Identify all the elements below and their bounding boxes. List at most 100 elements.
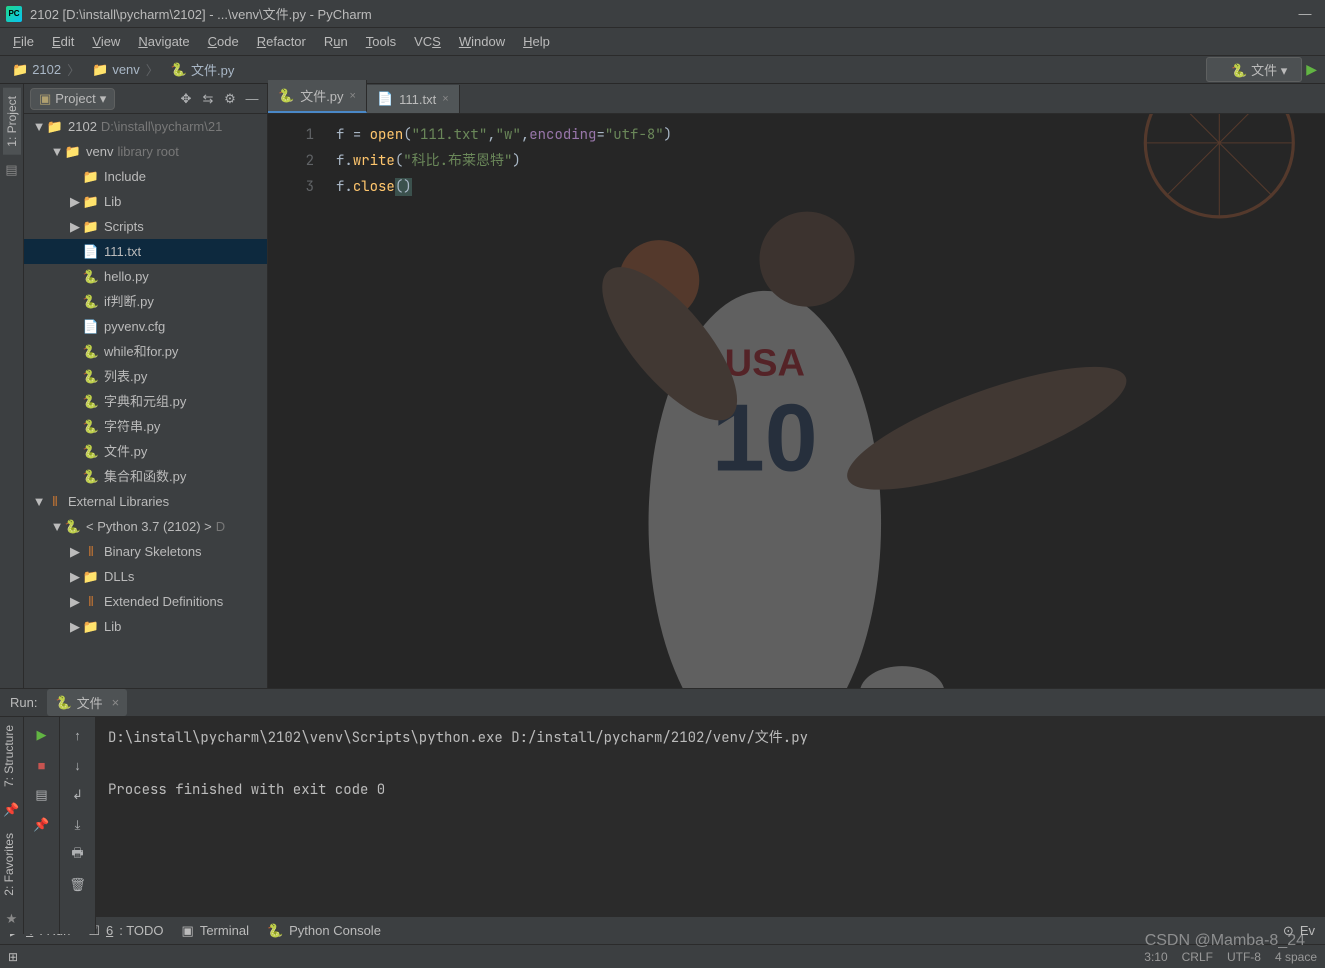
menu-refactor[interactable]: Refactor [248,31,315,52]
csdn-watermark: CSDN @Mamba-8_24 [1145,932,1305,950]
settings-icon[interactable]: ⚙ [221,91,239,107]
favorites-tool-tab[interactable]: 2: Favorites [0,825,18,904]
tree-row-17[interactable]: ▶⫴Binary Skeletons [24,539,267,564]
tree-row-15[interactable]: ▼⫴External Libraries [24,489,267,514]
folder-icon: ▣ [39,91,51,107]
minimize-button[interactable]: — [1291,6,1319,21]
navigation-bar: 📁2102〉 📁venv〉 🐍文件.py 🐍 文件 ▾ ▶ [0,56,1325,84]
run-toolbar-col2: ↑ ↓ ↲ ⤓ 🖶 🗑 [60,717,96,934]
menu-run[interactable]: Run [315,31,357,52]
run-button-icon[interactable]: ▶ [1306,61,1317,78]
tree-row-19[interactable]: ▶⫴Extended Definitions [24,589,267,614]
code-editor[interactable]: 1 2 3 f = open("111.txt","w",encoding="u… [268,114,1325,688]
tree-row-9[interactable]: 🐍while和for.py [24,339,267,364]
editor-tab-wenjian[interactable]: 🐍文件.py× [268,80,367,113]
tree-row-4[interactable]: ▶📁Scripts [24,214,267,239]
breadcrumb-venv[interactable]: 📁venv〉 [88,58,165,81]
menubar: File Edit View Navigate Code Refactor Ru… [0,28,1325,56]
rerun-icon[interactable]: ▶ [32,725,52,745]
print-icon[interactable]: 🖶 [68,845,88,865]
run-tab[interactable]: 🐍文件× [47,689,127,716]
left-tool-stripe: 1: Project ▤ [0,84,24,688]
project-panel: ▣Project▾ ✥ ⇆ ⚙ — ▼📁2102D:\install\pycha… [24,84,268,688]
menu-window[interactable]: Window [450,31,514,52]
project-tool-tab[interactable]: 1: Project [3,88,21,155]
python-file-icon: 🐍 [55,695,71,711]
tree-row-0[interactable]: ▼📁2102D:\install\pycharm\21 [24,114,267,139]
folder-icon: 📁 [12,62,28,78]
folder-icon: 📁 [92,62,108,78]
tree-row-7[interactable]: 🐍if判断.py [24,289,267,314]
tree-row-5[interactable]: 📄111.txt [24,239,267,264]
tree-row-18[interactable]: ▶📁DLLs [24,564,267,589]
structure-tool-tab[interactable]: 7: Structure [0,717,18,795]
line-separator[interactable]: CRLF [1182,950,1213,964]
menu-code[interactable]: Code [199,31,248,52]
breadcrumbs: 📁2102〉 📁venv〉 🐍文件.py [8,58,238,81]
locate-icon[interactable]: ✥ [177,91,195,107]
tree-row-12[interactable]: 🐍字符串.py [24,414,267,439]
project-tree[interactable]: ▼📁2102D:\install\pycharm\21▼📁venvlibrary… [24,114,267,688]
menu-file[interactable]: File [4,31,43,52]
tree-row-11[interactable]: 🐍字典和元组.py [24,389,267,414]
run-panel-title: Run: [10,695,37,710]
left-stripe-lower: 7: Structure 📌 2: Favorites ★ [0,717,24,934]
expand-icon[interactable]: ⇆ [199,91,217,107]
tree-row-2[interactable]: 📁Include [24,164,267,189]
trash-icon[interactable]: 🗑 [68,875,88,895]
tree-row-20[interactable]: ▶📁Lib [24,614,267,639]
breadcrumb-root[interactable]: 📁2102〉 [8,58,86,81]
run-panel-header: Run: 🐍文件× [0,689,1325,717]
up-icon[interactable]: ↑ [68,725,88,745]
tree-row-1[interactable]: ▼📁venvlibrary root [24,139,267,164]
menu-view[interactable]: View [83,31,129,52]
editor-area: 10 USA 🐍文件.py× 📄111.txt× 1 2 3 f = open(… [268,84,1325,688]
editor-tabs: 🐍文件.py× 📄111.txt× [268,84,1325,114]
run-tool-window: Run: 🐍文件× 7: Structure 📌 2: Favorites ★ … [0,688,1325,916]
status-bar: ⊞ 3:10 CRLF UTF-8 4 space [0,944,1325,968]
close-icon[interactable]: × [442,93,448,105]
bookmark-icon[interactable]: 📌 [3,801,21,819]
stop-icon[interactable]: ■ [32,755,52,775]
file-encoding[interactable]: UTF-8 [1227,950,1261,964]
status-left-icon[interactable]: ⊞ [8,950,18,964]
menu-vcs[interactable]: VCS [405,31,450,52]
tree-row-8[interactable]: 📄pyvenv.cfg [24,314,267,339]
layout-icon[interactable]: ▤ [32,785,52,805]
indent-status[interactable]: 4 space [1275,950,1317,964]
tree-row-14[interactable]: 🐍集合和函数.py [24,464,267,489]
menu-navigate[interactable]: Navigate [129,31,198,52]
close-icon[interactable]: × [350,90,356,102]
tree-row-16[interactable]: ▼🐍< Python 3.7 (2102) >D [24,514,267,539]
wrap-icon[interactable]: ↲ [68,785,88,805]
run-config-dropdown[interactable]: 🐍 文件 ▾ [1206,57,1302,82]
down-icon[interactable]: ↓ [68,755,88,775]
breadcrumb-file[interactable]: 🐍文件.py [167,58,239,81]
hide-icon[interactable]: — [243,91,261,106]
menu-edit[interactable]: Edit [43,31,83,52]
code-content[interactable]: f = open("111.txt","w",encoding="utf-8")… [328,114,1325,688]
menu-help[interactable]: Help [514,31,559,52]
tree-row-6[interactable]: 🐍hello.py [24,264,267,289]
text-file-icon: 📄 [377,91,393,107]
close-icon[interactable]: × [112,695,120,710]
pin-icon[interactable]: 📌 [32,815,52,835]
file-icon[interactable]: ▤ [3,161,21,179]
run-toolbar-col1: ▶ ■ ▤ 📌 [24,717,60,934]
star-icon[interactable]: ★ [3,910,21,928]
editor-tab-111[interactable]: 📄111.txt× [367,85,460,113]
titlebar: PC 2102 [D:\install\pycharm\2102] - ...\… [0,0,1325,28]
console-output[interactable]: D:\install\pycharm\2102\venv\Scripts\pyt… [96,717,1325,934]
tree-row-13[interactable]: 🐍文件.py [24,439,267,464]
project-panel-header: ▣Project▾ ✥ ⇆ ⚙ — [24,84,267,114]
project-view-selector[interactable]: ▣Project▾ [30,88,115,110]
app-icon: PC [6,6,22,22]
scroll-icon[interactable]: ⤓ [68,815,88,835]
menu-tools[interactable]: Tools [357,31,405,52]
tree-row-10[interactable]: 🐍列表.py [24,364,267,389]
cursor-position[interactable]: 3:10 [1144,950,1167,964]
line-gutter: 1 2 3 [268,114,328,688]
python-file-icon: 🐍 [278,88,294,104]
tree-row-3[interactable]: ▶📁Lib [24,189,267,214]
window-title: 2102 [D:\install\pycharm\2102] - ...\ven… [30,4,1291,23]
